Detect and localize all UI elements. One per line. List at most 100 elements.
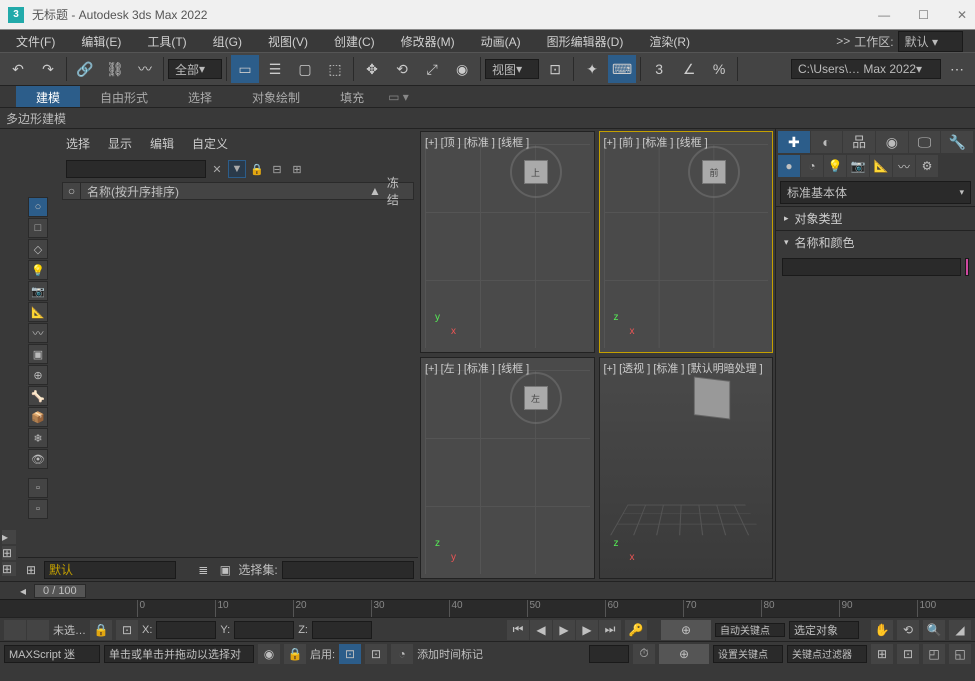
isolate-toggle-icon[interactable]: ◉ — [258, 644, 280, 664]
selection-filter-dropdown[interactable]: 全部 ▾ — [168, 59, 222, 79]
cmdtab-display[interactable]: 🖵 — [909, 131, 941, 153]
time-config-icon[interactable]: ⏱ — [633, 644, 655, 664]
time-slider-left-icon[interactable]: ◂ — [20, 584, 26, 598]
key-mode-icon[interactable]: 🔑 — [625, 620, 647, 640]
cmdtab-utilities[interactable]: 🔧 — [941, 131, 973, 153]
color-swatch[interactable] — [965, 258, 969, 276]
selection-lock-icon[interactable]: 🔒 — [284, 644, 306, 664]
big-nav-button-2[interactable]: ⊕ — [659, 644, 709, 664]
subcat-lights-icon[interactable]: 💡 — [824, 155, 846, 177]
nav-pan-icon[interactable]: ✋ — [871, 620, 893, 640]
menu-modifiers[interactable]: 修改器(M) — [389, 31, 467, 52]
ribbon-sub-polymodel[interactable]: 多边形建模 — [6, 110, 66, 127]
snap-toggle-button[interactable]: 3 — [645, 55, 673, 83]
menu-edit[interactable]: 编辑(E) — [69, 31, 133, 52]
viewport-thumb-2[interactable] — [27, 620, 49, 640]
scmenu-display[interactable]: 显示 — [108, 135, 132, 152]
maximize-button[interactable]: ☐ — [918, 8, 929, 22]
select-by-name-button[interactable]: ☰ — [261, 55, 289, 83]
project-path-dropdown[interactable]: C:\Users\… Max 2022 ▾ — [791, 59, 941, 79]
viewport-persp-label[interactable]: [+] [透视 ] [标准 ] [默认明暗处理 ] — [604, 360, 763, 376]
filter-all-icon[interactable]: ○ — [28, 197, 48, 217]
keyboard-shortcut-button[interactable]: ⌨ — [608, 55, 636, 83]
coord-display-icon[interactable]: ⊡ — [116, 620, 138, 640]
filter-groups-icon[interactable]: ▣ — [28, 344, 48, 364]
time-slider-handle[interactable]: 0 / 100 — [34, 584, 86, 598]
maxscript-listener[interactable]: MAXScript 迷 — [4, 645, 100, 663]
ribbon-tab-freeform[interactable]: 自由形式 — [80, 86, 168, 107]
filter-xref-icon[interactable]: ⊕ — [28, 365, 48, 385]
next-frame-icon[interactable]: ▶ — [576, 620, 598, 640]
select-place-button[interactable]: ◉ — [448, 55, 476, 83]
filter-extra2-icon[interactable]: ▫ — [28, 499, 48, 519]
time-slider[interactable]: ◂ 0 / 100 — [0, 581, 975, 599]
play-icon[interactable]: ▶ — [553, 620, 575, 640]
selection-set-dropdown[interactable] — [282, 561, 414, 579]
menu-group[interactable]: 组(G) — [201, 31, 254, 52]
scmenu-custom[interactable]: 自定义 — [192, 135, 228, 152]
filter-frozen-icon[interactable]: ❄ — [28, 428, 48, 448]
layers-icon[interactable]: ≣ — [194, 561, 212, 579]
percent-snap-button[interactable]: % — [705, 55, 733, 83]
scene-header-name[interactable]: 名称(按升序排序) — [81, 183, 363, 200]
workspace-dropdown[interactable]: 默认 ▾ — [898, 31, 963, 52]
enable-toggle-2[interactable]: ⊡ — [365, 644, 387, 664]
menu-create[interactable]: 创建(C) — [322, 31, 387, 52]
scene-search-input[interactable] — [66, 160, 206, 178]
ribbon-tab-selection[interactable]: 选择 — [168, 86, 232, 107]
filter-extra1-icon[interactable]: ▫ — [28, 478, 48, 498]
unlink-button[interactable]: ⛓ — [101, 55, 129, 83]
nav-fov-icon[interactable]: ◢ — [949, 620, 971, 640]
nav-zoomext-icon[interactable]: ⊡ — [897, 644, 919, 664]
viewport-thumb-1[interactable] — [4, 620, 26, 640]
cmdtab-modify[interactable]: ◐ — [811, 131, 843, 153]
filter-bone-icon[interactable]: 🦴 — [28, 386, 48, 406]
ribbon-tab-modeling[interactable]: 建模 — [16, 86, 80, 107]
filter-shapes-icon[interactable]: ◇ — [28, 239, 48, 259]
minimize-button[interactable]: — — [878, 8, 890, 22]
big-nav-button-1[interactable]: ⊕ — [661, 620, 711, 640]
scmenu-select[interactable]: 选择 — [66, 135, 90, 152]
cmdtab-hierarchy[interactable]: 品 — [843, 131, 875, 153]
viewcube-top[interactable]: 上 — [506, 142, 566, 202]
scene-header-icon[interactable]: ○ — [63, 183, 81, 199]
menu-render[interactable]: 渲染(R) — [637, 31, 702, 52]
isolate-icon[interactable]: ▣ — [216, 561, 234, 579]
viewport-left[interactable]: [+] [左 ] [标准 ] [线框 ] 左 zy — [420, 357, 595, 579]
x-input[interactable] — [156, 621, 216, 639]
filter-helpers-icon[interactable]: 📐 — [28, 302, 48, 322]
selected-obj-dropdown[interactable]: 选定对象 — [789, 621, 859, 639]
subcat-geometry-icon[interactable]: ● — [778, 155, 800, 177]
filter-spacewarps-icon[interactable]: 〰 — [28, 323, 48, 343]
viewport-front[interactable]: [+] [前 ] [标准 ] [线框 ] 前 zx — [599, 131, 774, 353]
scmenu-edit[interactable]: 编辑 — [150, 135, 174, 152]
angle-snap-button[interactable]: ∠ — [675, 55, 703, 83]
goto-end-icon[interactable]: ⏭ — [599, 620, 621, 640]
sort-arrow-icon[interactable]: ▲ — [369, 184, 381, 198]
ribbon-tab-objectpaint[interactable]: 对象绘制 — [232, 86, 320, 107]
select-object-button[interactable]: ▭ — [231, 55, 259, 83]
filter-cameras-icon[interactable]: 📷 — [28, 281, 48, 301]
workspace-arrows[interactable]: >> — [836, 34, 850, 48]
select-scale-button[interactable]: ⤢ — [418, 55, 446, 83]
y-input[interactable] — [234, 621, 294, 639]
expand-icon[interactable]: ⊟ — [268, 160, 286, 178]
viewport-top-label[interactable]: [+] [顶 ] [标准 ] [线框 ] — [425, 134, 529, 150]
select-region-rect-button[interactable]: ▢ — [291, 55, 319, 83]
enable-toggle-3[interactable]: ◔ — [391, 644, 413, 664]
frame-input[interactable] — [589, 645, 629, 663]
viewport-front-label[interactable]: [+] [前 ] [标准 ] [线框 ] — [604, 134, 708, 150]
undo-button[interactable]: ↶ — [4, 55, 32, 83]
viewport-layout-button-2[interactable]: ⊞ — [2, 562, 16, 576]
enable-toggle-1[interactable]: ⊡ — [339, 644, 361, 664]
cmdtab-create[interactable]: ✚ — [778, 131, 810, 153]
category-dropdown[interactable]: 标准基本体 — [780, 181, 971, 204]
filter-container-icon[interactable]: 📦 — [28, 407, 48, 427]
menu-grapheditors[interactable]: 图形编辑器(D) — [535, 31, 636, 52]
subcat-systems-icon[interactable]: ⚙ — [916, 155, 938, 177]
subcat-helpers-icon[interactable]: 📐 — [870, 155, 892, 177]
select-move-button[interactable]: ✥ — [358, 55, 386, 83]
viewport-layout-button[interactable]: ⊞ — [2, 546, 16, 560]
viewport-left-label[interactable]: [+] [左 ] [标准 ] [线框 ] — [425, 360, 529, 376]
link-button[interactable]: 🔗 — [71, 55, 99, 83]
